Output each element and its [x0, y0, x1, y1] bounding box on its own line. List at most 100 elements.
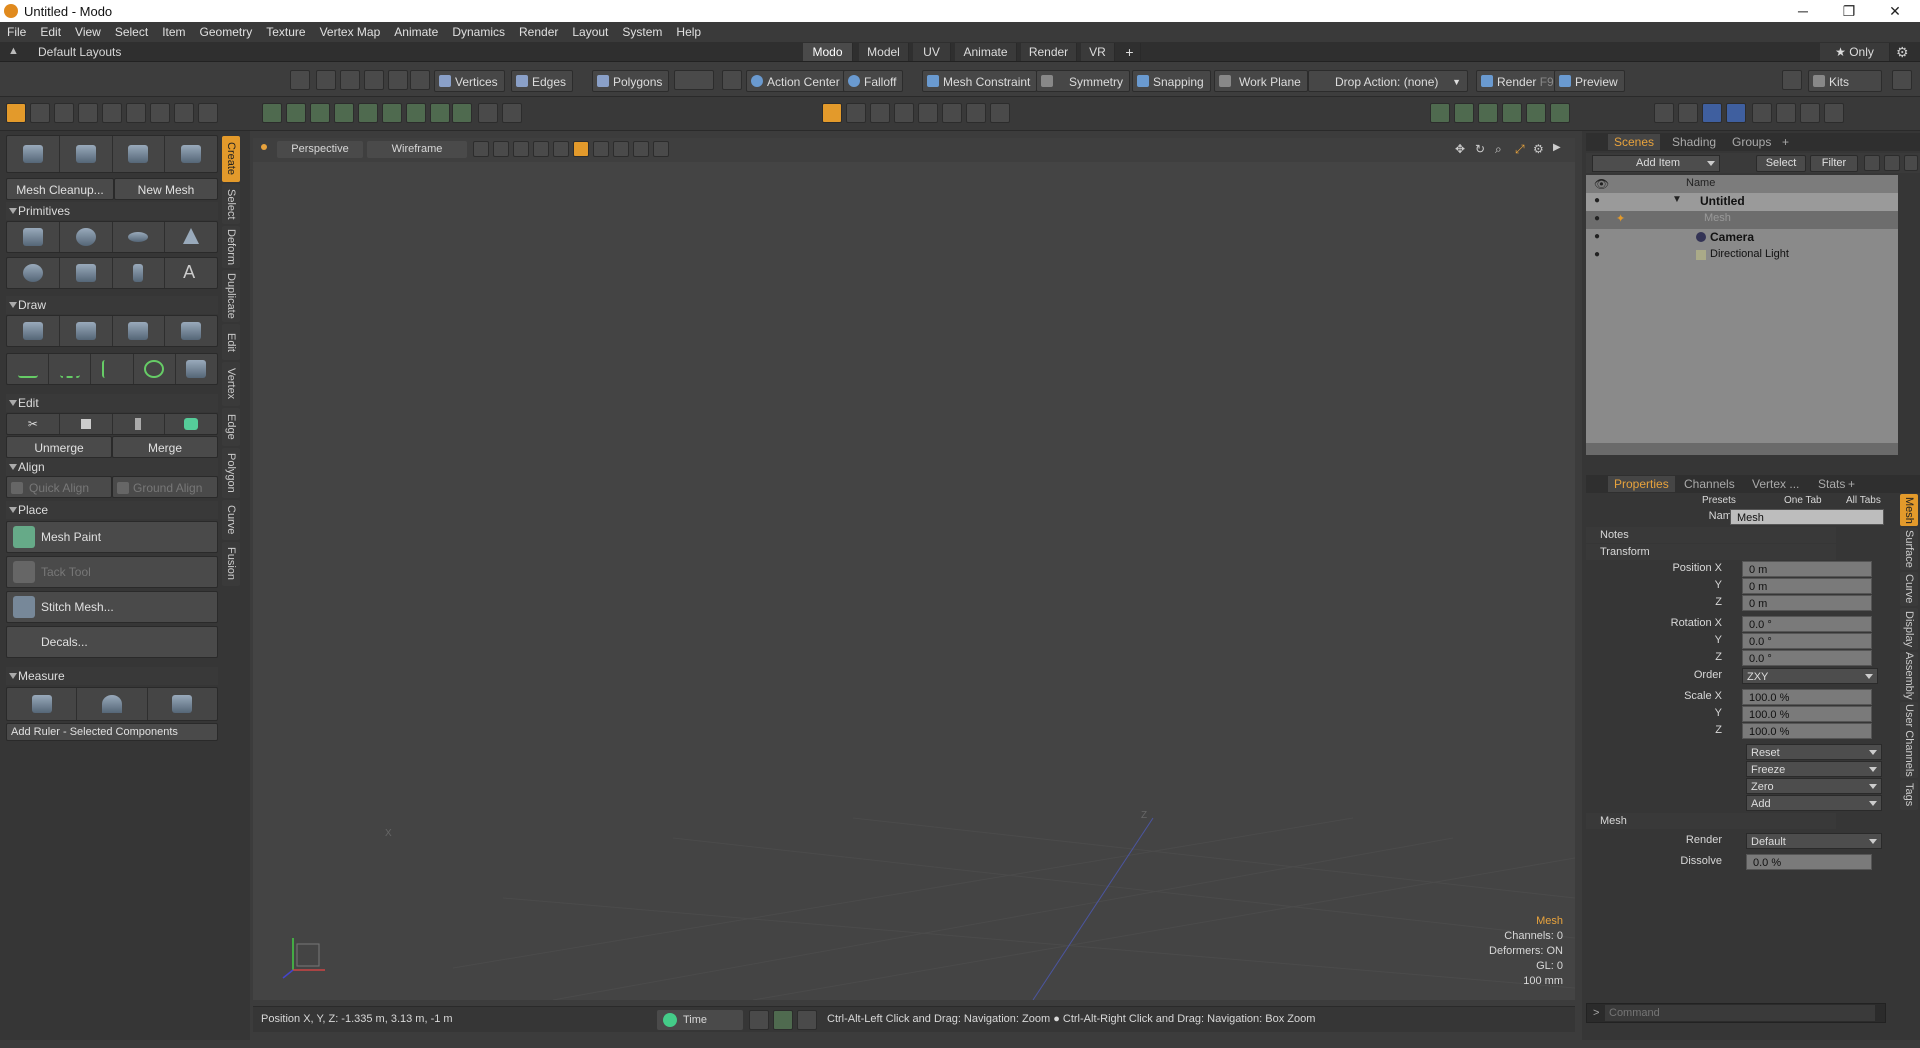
- zero-dropdown[interactable]: Zero: [1746, 778, 1882, 794]
- menu-view[interactable]: View: [68, 25, 108, 39]
- mesh-paint-button[interactable]: Mesh Paint: [6, 521, 218, 553]
- prop-side-tab-curve[interactable]: Curve: [1900, 572, 1918, 606]
- side-tab-curve[interactable]: Curve: [222, 500, 240, 540]
- lasso-icon[interactable]: [364, 70, 384, 90]
- ruler-button[interactable]: [7, 688, 78, 720]
- tab-scenes[interactable]: Scenes: [1608, 134, 1661, 150]
- reset-dropdown[interactable]: Reset: [1746, 744, 1882, 760]
- place-section[interactable]: Place: [6, 501, 218, 519]
- side-tab-polygon[interactable]: Polygon: [222, 448, 240, 498]
- frame-tool-icon[interactable]: [406, 103, 426, 123]
- bracket-icon[interactable]: [613, 141, 629, 157]
- magnify-icon[interactable]: ⌕: [1495, 142, 1502, 157]
- checker-icon[interactable]: [513, 141, 529, 157]
- pan-icon[interactable]: ✥: [1455, 142, 1465, 156]
- text-button[interactable]: A: [165, 258, 217, 288]
- notes-section[interactable]: Notes: [1586, 527, 1836, 543]
- menu-render[interactable]: Render: [512, 25, 565, 39]
- pipeline-icon[interactable]: [722, 70, 742, 90]
- menu-dynamics[interactable]: Dynamics: [445, 25, 512, 39]
- mesh-constraint-button[interactable]: Mesh Constraint: [922, 70, 1038, 92]
- scene-row-camera[interactable]: ● Camera: [1586, 229, 1898, 247]
- menu-file[interactable]: File: [0, 25, 33, 39]
- prop-side-tab-surface[interactable]: Surface: [1900, 528, 1918, 570]
- viewport-menu-icon[interactable]: ▶: [1553, 142, 1561, 153]
- all-tabs-dropdown[interactable]: All Tabs: [1846, 495, 1881, 506]
- menu-system[interactable]: System: [615, 25, 669, 39]
- transform-section[interactable]: Transform: [1586, 544, 1836, 560]
- pen-button[interactable]: [7, 316, 60, 346]
- stitch-mesh-button[interactable]: Stitch Mesh...: [6, 591, 218, 623]
- curve-1-button[interactable]: [7, 354, 50, 384]
- mesh-cleanup-button[interactable]: Mesh Cleanup...: [6, 178, 114, 200]
- timeline-icon[interactable]: [749, 1010, 769, 1030]
- render-button[interactable]: Render F9: [1476, 70, 1561, 92]
- layout-icon[interactable]: [773, 1010, 793, 1030]
- tab-shading[interactable]: Shading: [1666, 134, 1722, 150]
- quick-align-button[interactable]: Quick Align: [6, 476, 112, 498]
- side-tab-edit[interactable]: Edit: [222, 324, 240, 360]
- decals-button[interactable]: Decals...: [6, 626, 218, 658]
- record-icon[interactable]: [633, 141, 649, 157]
- tab-vr[interactable]: VR: [1081, 43, 1115, 61]
- menu-help[interactable]: Help: [669, 25, 708, 39]
- tab-properties[interactable]: Properties: [1608, 476, 1675, 492]
- render-settings-icon[interactable]: [1654, 103, 1674, 123]
- sphere-button[interactable]: [60, 222, 113, 252]
- spheres-blue-icon[interactable]: [1726, 103, 1746, 123]
- 3d-viewport[interactable]: X Z Mesh Channels: 0 Deformers: ON GL: 0…: [253, 138, 1575, 1000]
- cleanup-icon[interactable]: [150, 103, 170, 123]
- side-tab-create[interactable]: Create: [222, 136, 240, 182]
- add-tool-icon[interactable]: [478, 103, 498, 123]
- stripes-icon[interactable]: [533, 141, 549, 157]
- eye-icon[interactable]: ●: [1594, 213, 1600, 224]
- orbit-icon[interactable]: ↻: [1475, 142, 1485, 156]
- one-tab-dropdown[interactable]: One Tab: [1784, 495, 1822, 506]
- curve-4-button[interactable]: [134, 354, 176, 384]
- curve-tool-icon[interactable]: [310, 103, 330, 123]
- menu-vertex-map[interactable]: Vertex Map: [313, 25, 388, 39]
- tab-animate[interactable]: Animate: [955, 43, 1017, 61]
- maximize-view-icon[interactable]: ⤢: [1515, 142, 1525, 157]
- cube-button[interactable]: [7, 222, 60, 252]
- primitives-section[interactable]: Primitives: [6, 202, 218, 220]
- grid-tool-icon[interactable]: [286, 103, 306, 123]
- scene-row-mesh[interactable]: ● ✦ Mesh: [1586, 211, 1898, 229]
- tab-channels[interactable]: Channels: [1678, 476, 1741, 492]
- position-y-field[interactable]: 0 m: [1742, 578, 1872, 594]
- workplane-toggle-icon[interactable]: [573, 141, 589, 157]
- torus-button[interactable]: [7, 258, 60, 288]
- side-tab-select[interactable]: Select: [222, 184, 240, 224]
- transform-icon[interactable]: [102, 103, 122, 123]
- unmerge-button[interactable]: Unmerge: [6, 436, 112, 458]
- action-center-button[interactable]: Action Center: [746, 70, 847, 92]
- fit-view-icon[interactable]: [966, 103, 986, 123]
- panel-toggle-icon[interactable]: [1892, 70, 1912, 90]
- order-dropdown[interactable]: ZXY: [1742, 668, 1878, 684]
- funnel-icon[interactable]: [1904, 155, 1918, 171]
- tab-model[interactable]: Model: [859, 43, 909, 61]
- box-render-icon[interactable]: [1824, 103, 1844, 123]
- workplane-view-icon[interactable]: [822, 103, 842, 123]
- command-input[interactable]: [1605, 1005, 1875, 1021]
- maximize-button[interactable]: ❐: [1826, 0, 1872, 22]
- side-tab-fusion[interactable]: Fusion: [222, 542, 240, 586]
- side-tab-vertex[interactable]: Vertex: [222, 362, 240, 406]
- selection-type-dropdown[interactable]: [674, 70, 714, 90]
- polygon-pen-button[interactable]: [113, 316, 166, 346]
- bounding-box-button[interactable]: [148, 688, 217, 720]
- protractor-button[interactable]: [77, 688, 148, 720]
- tack-tool-button[interactable]: Tack Tool: [6, 556, 218, 588]
- menu-select[interactable]: Select: [108, 25, 155, 39]
- add-tab-button[interactable]: +: [1119, 43, 1141, 61]
- kits-button[interactable]: Kits: [1808, 70, 1882, 92]
- create-tool-3[interactable]: [113, 136, 166, 172]
- scene-hscrollbar[interactable]: [1586, 443, 1898, 455]
- menu-texture[interactable]: Texture: [259, 25, 312, 39]
- add-scene-tab[interactable]: +: [1776, 134, 1795, 150]
- element-icon[interactable]: [126, 103, 146, 123]
- shading-dropdown[interactable]: Wireframe: [367, 141, 467, 158]
- sliders-icon[interactable]: [797, 1010, 817, 1030]
- side-tab-deform[interactable]: Deform: [222, 226, 240, 268]
- name-field[interactable]: Mesh: [1730, 509, 1884, 525]
